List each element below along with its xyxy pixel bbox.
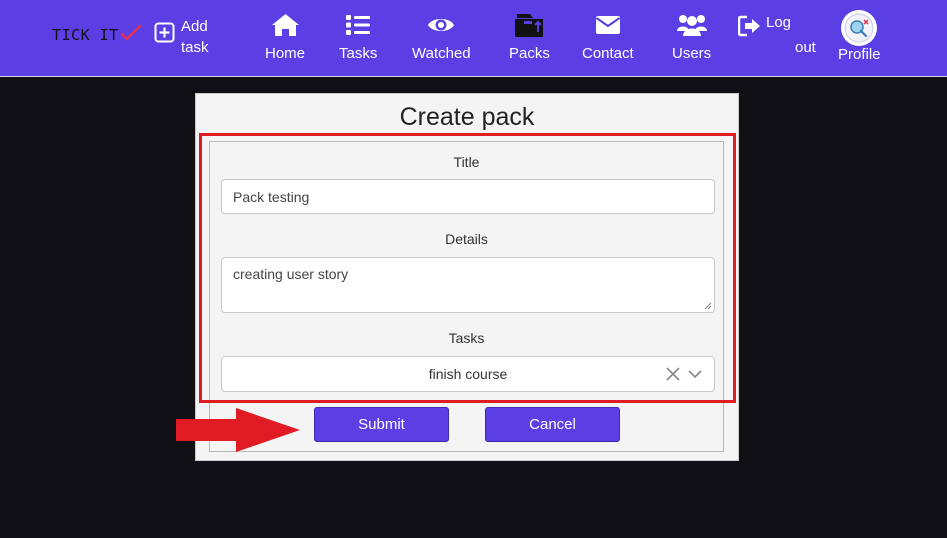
nav-add-task[interactable]: Add task: [154, 16, 209, 58]
nav-profile[interactable]: Profile: [838, 10, 881, 63]
tasks-select[interactable]: finish course: [221, 356, 715, 392]
plus-square-icon: [154, 22, 175, 43]
eye-icon: [428, 19, 455, 31]
nav-add-label-line2: task: [181, 39, 209, 56]
nav-tasks-label: Tasks: [339, 45, 378, 62]
details-label: Details: [445, 231, 488, 247]
list-icon: [346, 15, 371, 35]
title-label: Title: [453, 154, 480, 170]
nav-packs[interactable]: Packs: [509, 12, 550, 62]
avatar: [841, 10, 878, 46]
nav-users-label: Users: [672, 45, 712, 62]
tasks-selected-value: finish course: [428, 366, 508, 382]
nav-logout[interactable]: Log out: [738, 14, 816, 56]
nav-watched-label: Watched: [412, 45, 471, 62]
nav-home-label: Home: [265, 45, 306, 62]
checkmark-icon: [120, 24, 141, 41]
tasks-label: Tasks: [448, 330, 485, 346]
box-icon: [515, 14, 544, 37]
users-icon: [676, 15, 707, 36]
chevron-down-icon[interactable]: [688, 368, 702, 380]
nav-packs-label: Packs: [509, 45, 550, 62]
nav-profile-label: Profile: [838, 46, 881, 63]
home-icon: [271, 14, 299, 36]
nav-logout-label-line1: Log: [766, 14, 792, 31]
top-navbar: TICK IT Add task Home Tasks Watched Pack…: [0, 0, 947, 77]
nav-logout-label-line2: out: [795, 39, 816, 56]
envelope-icon: [595, 16, 620, 34]
pack-form: Title Pack testing Details creating user…: [209, 141, 724, 452]
nav-home[interactable]: Home: [265, 12, 305, 62]
create-pack-card: Create pack Title Pack testing Details c…: [195, 93, 739, 461]
title-input[interactable]: Pack testing: [221, 179, 715, 214]
brand-logo[interactable]: TICK IT: [52, 24, 142, 44]
details-textarea[interactable]: creating user story: [221, 257, 715, 313]
submit-button[interactable]: Submit: [314, 407, 449, 442]
sign-out-icon: [738, 15, 760, 37]
details-text: creating user story: [233, 266, 349, 282]
page-title: Create pack: [399, 103, 535, 131]
resize-grip-icon[interactable]: [704, 302, 712, 310]
nav-users[interactable]: Users: [672, 12, 711, 62]
clear-icon[interactable]: [666, 367, 680, 381]
nav-contact-label: Contact: [582, 45, 634, 62]
pointer-arrow-icon: [176, 408, 300, 452]
nav-contact[interactable]: Contact: [582, 12, 634, 62]
avatar-image-icon: [844, 13, 874, 43]
nav-tasks[interactable]: Tasks: [339, 12, 377, 62]
nav-add-label-line1: Add: [181, 18, 208, 35]
cancel-button[interactable]: Cancel: [485, 407, 620, 442]
brand-text: TICK IT: [52, 26, 119, 44]
nav-watched[interactable]: Watched: [412, 12, 471, 62]
